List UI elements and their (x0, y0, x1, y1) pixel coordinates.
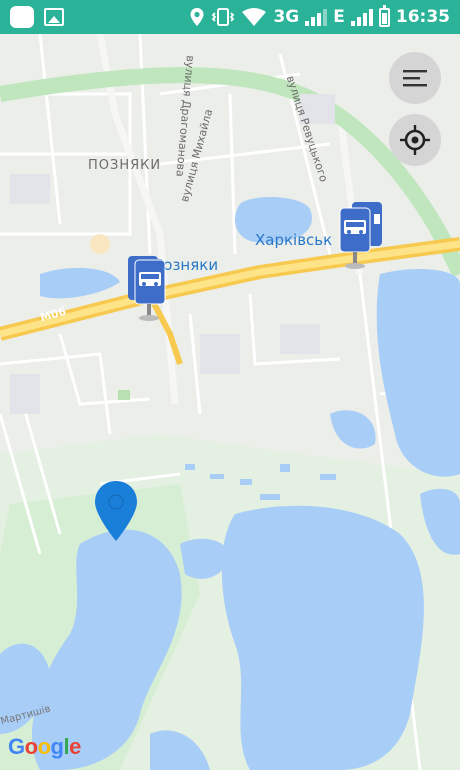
network-type-secondary: E (333, 7, 345, 27)
wifi-icon (242, 8, 267, 26)
map-view[interactable]: ПОЗНЯКИ вулиця Драгоманова вулиця Михайл… (0, 34, 460, 770)
crosshair-icon (400, 125, 430, 155)
notification-app-icon (10, 6, 34, 28)
gallery-notification-icon (44, 8, 64, 26)
status-bar: 3G E 16:35 (0, 0, 460, 34)
google-logo: Google (8, 734, 81, 759)
battery-icon (378, 4, 390, 27)
signal-strength-icon (305, 8, 328, 26)
signal-strength-secondary-icon (350, 8, 373, 26)
bus-stop-icon[interactable] (336, 200, 388, 270)
station-label: Харківськ (255, 231, 333, 249)
vibrate-icon (212, 8, 235, 26)
bus-stop-icon[interactable] (125, 254, 169, 322)
district-label: ПОЗНЯКИ (88, 158, 162, 173)
clock: 16:35 (395, 7, 450, 27)
menu-button[interactable] (389, 52, 441, 104)
location-pin-icon[interactable] (94, 480, 138, 542)
menu-icon (403, 70, 427, 87)
my-location-button[interactable] (389, 114, 441, 166)
network-type: 3G (273, 7, 300, 27)
location-icon (190, 8, 204, 26)
